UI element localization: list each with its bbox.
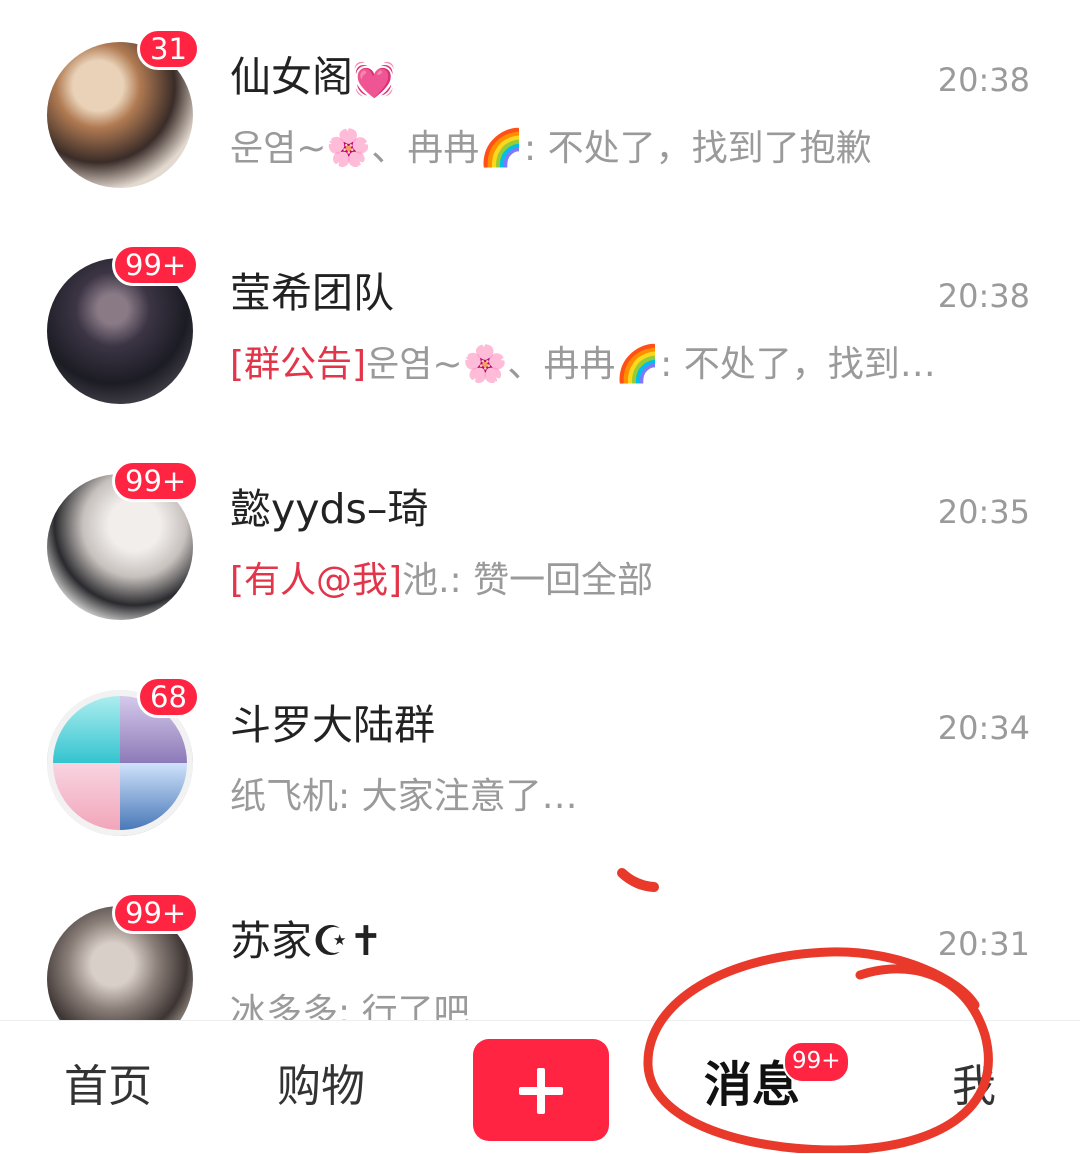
preview-text: 池.: 赞一回全部	[402, 560, 654, 601]
preview-tag: [群公告]	[230, 344, 367, 385]
chat-time: 20:34	[937, 709, 1030, 747]
chat-title: 斗罗大陆群	[230, 701, 435, 749]
chat-time: 20:38	[937, 61, 1030, 99]
preview-tag: [有人@我]	[230, 560, 403, 601]
unread-badge: 31	[137, 28, 200, 70]
chat-title: 苏家☪✝	[230, 917, 384, 965]
chat-list: 31 仙女阁💓 20:38 운염~🌸、冉冉🌈: 不处了，找到了抱歉 99+ 莹希…	[0, 0, 1080, 1020]
chat-row[interactable]: 68 斗罗大陆群 20:34 纸飞机: 大家注意了…	[0, 648, 1080, 864]
chat-row[interactable]: 99+ 莹希团队 20:38 [群公告]운염~🌸、冉冉🌈: 不处了，找到…	[0, 216, 1080, 432]
unread-badge: 99+	[112, 244, 200, 286]
chat-preview: 冰多多: 行了吧	[230, 986, 1030, 1020]
unread-badge: 99+	[112, 460, 200, 502]
chat-preview: [群公告]운염~🌸、冉冉🌈: 不处了，找到…	[230, 338, 1030, 392]
chat-time: 20:31	[937, 925, 1030, 963]
bottom-nav: 首页 购物 消息 99+ 我	[0, 1020, 1080, 1154]
tab-home[interactable]: 首页	[64, 1059, 152, 1115]
unread-badge: 99+	[112, 892, 200, 934]
chat-preview: 纸飞机: 大家注意了…	[230, 770, 1030, 824]
tab-me[interactable]: 我	[952, 1059, 996, 1115]
messages-badge: 99+	[783, 1041, 850, 1083]
heart-icon: 💓	[353, 60, 396, 100]
chat-time: 20:38	[937, 277, 1030, 315]
preview-text: 冰多多: 行了吧	[230, 992, 470, 1020]
chat-title: 懿yyds–琦	[230, 485, 429, 533]
preview-text: 운염~🌸、冉冉🌈: 不处了，找到…	[366, 344, 936, 385]
chat-row[interactable]: 31 仙女阁💓 20:38 운염~🌸、冉冉🌈: 不处了，找到了抱歉	[0, 0, 1080, 216]
publish-button[interactable]	[473, 1039, 609, 1141]
preview-text: 운염~🌸、冉冉🌈: 不处了，找到了抱歉	[230, 128, 872, 169]
chat-title: 仙女阁💓	[230, 53, 396, 101]
chat-preview: [有人@我]池.: 赞一回全部	[230, 554, 1030, 608]
chat-row[interactable]: 99+ 苏家☪✝ 20:31 冰多多: 行了吧	[0, 864, 1080, 1020]
preview-text: 纸飞机: 大家注意了…	[230, 776, 578, 817]
unread-badge: 68	[137, 676, 200, 718]
chat-preview: 운염~🌸、冉冉🌈: 不处了，找到了抱歉	[230, 122, 1030, 176]
chat-time: 20:35	[937, 493, 1030, 531]
tab-shop[interactable]: 购物	[277, 1059, 365, 1115]
chat-row[interactable]: 99+ 懿yyds–琦 20:35 [有人@我]池.: 赞一回全部	[0, 432, 1080, 648]
chat-title: 莹希团队	[230, 269, 394, 317]
